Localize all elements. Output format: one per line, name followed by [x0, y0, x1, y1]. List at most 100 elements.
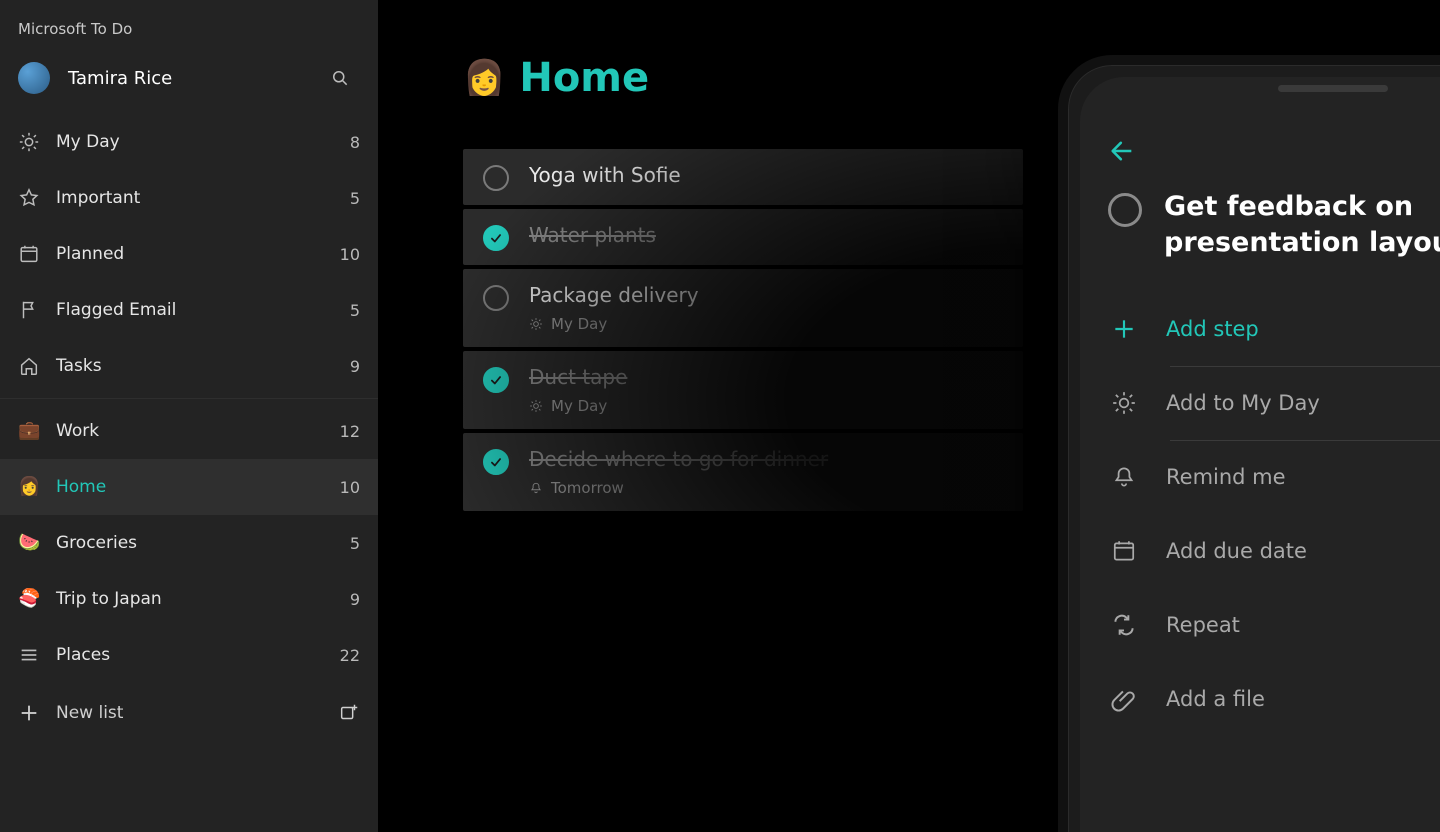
task-meta-text: My Day	[551, 315, 607, 333]
back-button[interactable]	[1108, 137, 1440, 169]
action-add-file[interactable]: Add a file	[1108, 662, 1440, 736]
home-icon	[18, 355, 40, 377]
sidebar-item-count: 8	[350, 133, 360, 152]
sidebar-item-label: Trip to Japan	[56, 589, 350, 609]
sidebar-item-label: My Day	[56, 132, 350, 152]
sidebar-item-label: Groceries	[56, 533, 350, 553]
sidebar-item-groceries[interactable]: 🍉 Groceries 5	[0, 515, 378, 571]
avatar[interactable]	[18, 62, 50, 94]
task-checkbox[interactable]	[483, 285, 509, 311]
sidebar-item-count: 9	[350, 357, 360, 376]
task-checkbox[interactable]	[483, 225, 509, 251]
sidebar-item-trip[interactable]: 🍣 Trip to Japan 9	[0, 571, 378, 627]
sidebar-item-count: 5	[350, 189, 360, 208]
task-title: Yoga with Sofie	[529, 163, 1003, 187]
phone-frame: 9:41 Get feedback on presentation layout…	[1058, 55, 1440, 832]
sidebar-item-label: Places	[56, 645, 340, 665]
sushi-icon: 🍣	[18, 588, 40, 610]
task-title: Water plants	[529, 223, 1003, 247]
task-checkbox[interactable]	[483, 449, 509, 475]
task-row[interactable]: Duct tape My Day	[463, 351, 1023, 429]
task-meta-text: Tomorrow	[551, 479, 624, 497]
sidebar-item-tasks[interactable]: Tasks 9	[0, 338, 378, 394]
phone-actions: Add step Add to My Day Remind me Add due…	[1108, 292, 1440, 736]
task-row[interactable]: Yoga with Sofie	[463, 149, 1023, 205]
task-checkbox[interactable]	[483, 165, 509, 191]
action-label: Add a file	[1166, 687, 1265, 711]
calendar-icon	[18, 243, 40, 265]
smart-lists: My Day 8 Important 5 Planned 10 Flagged …	[0, 114, 378, 394]
sidebar-item-label: Flagged Email	[56, 300, 350, 320]
task-title: Duct tape	[529, 365, 1003, 389]
sun-icon	[529, 399, 543, 413]
action-label: Add due date	[1166, 539, 1307, 563]
sidebar-item-count: 10	[340, 245, 360, 264]
sidebar-item-label: Planned	[56, 244, 340, 264]
sidebar: Microsoft To Do Tamira Rice My Day 8 Imp…	[0, 0, 378, 832]
phone-task-title[interactable]: Get feedback on presentation layout	[1164, 189, 1440, 262]
sidebar-item-work[interactable]: 💼 Work 12	[0, 403, 378, 459]
paperclip-icon	[1108, 683, 1140, 715]
user-row[interactable]: Tamira Rice	[0, 56, 378, 114]
star-icon	[18, 187, 40, 209]
main-pane: 👩 Home Yoga with Sofie Water plants Pack…	[378, 0, 1440, 832]
action-add-myday[interactable]: Add to My Day	[1108, 366, 1440, 440]
task-checkbox[interactable]	[1108, 193, 1142, 227]
sidebar-item-label: Important	[56, 188, 350, 208]
briefcase-icon: 💼	[18, 420, 40, 442]
bell-icon	[1108, 461, 1140, 493]
sun-icon	[529, 317, 543, 331]
task-meta-text: My Day	[551, 397, 607, 415]
app-title: Microsoft To Do	[0, 14, 378, 56]
sidebar-item-count: 5	[350, 301, 360, 320]
new-group-icon[interactable]	[338, 702, 360, 724]
list-emoji-icon: 👩	[463, 58, 505, 98]
action-label: Add step	[1166, 317, 1259, 341]
action-repeat[interactable]: Repeat	[1108, 588, 1440, 662]
task-row[interactable]: Water plants	[463, 209, 1023, 265]
sidebar-item-home[interactable]: 👩 Home 10	[0, 459, 378, 515]
new-list-row[interactable]: New list	[0, 683, 378, 743]
action-add-step[interactable]: Add step	[1108, 292, 1440, 366]
action-remind-me[interactable]: Remind me	[1108, 440, 1440, 514]
plus-icon	[18, 702, 40, 724]
sidebar-item-important[interactable]: Important 5	[0, 170, 378, 226]
search-icon[interactable]	[330, 68, 350, 88]
person-icon: 👩	[18, 476, 40, 498]
sidebar-item-count: 12	[340, 422, 360, 441]
phone-task-header: Get feedback on presentation layout	[1108, 189, 1440, 262]
task-meta: Tomorrow	[529, 479, 1003, 497]
list-title[interactable]: Home	[519, 55, 649, 101]
task-checkbox[interactable]	[483, 367, 509, 393]
action-due-date[interactable]: Add due date	[1108, 514, 1440, 588]
sidebar-item-count: 9	[350, 590, 360, 609]
user-name: Tamira Rice	[68, 68, 330, 89]
sidebar-item-myday[interactable]: My Day 8	[0, 114, 378, 170]
list-icon	[18, 644, 40, 666]
repeat-icon	[1108, 609, 1140, 641]
task-row[interactable]: Package delivery My Day	[463, 269, 1023, 347]
watermelon-icon: 🍉	[18, 532, 40, 554]
sidebar-item-label: Work	[56, 421, 340, 441]
sidebar-separator	[0, 398, 378, 399]
sidebar-item-planned[interactable]: Planned 10	[0, 226, 378, 282]
new-list-label: New list	[56, 703, 338, 723]
task-title: Decide where to go for dinner	[529, 447, 1003, 471]
bell-icon	[529, 481, 543, 495]
task-row[interactable]: Decide where to go for dinner Tomorrow	[463, 433, 1023, 511]
task-meta: My Day	[529, 397, 1003, 415]
task-title: Package delivery	[529, 283, 1003, 307]
phone-screen: 9:41 Get feedback on presentation layout…	[1080, 77, 1440, 832]
arrow-left-icon	[1108, 137, 1136, 165]
sun-icon	[1108, 387, 1140, 419]
sidebar-item-count: 5	[350, 534, 360, 553]
sidebar-item-count: 10	[340, 478, 360, 497]
sidebar-item-places[interactable]: Places 22	[0, 627, 378, 683]
sun-icon	[18, 131, 40, 153]
plus-icon	[1108, 313, 1140, 345]
sidebar-item-flagged[interactable]: Flagged Email 5	[0, 282, 378, 338]
action-label: Repeat	[1166, 613, 1240, 637]
phone-status-bar: 9:41	[1108, 77, 1440, 129]
sidebar-item-label: Home	[56, 477, 340, 497]
task-list: Yoga with Sofie Water plants Package del…	[463, 149, 1023, 511]
